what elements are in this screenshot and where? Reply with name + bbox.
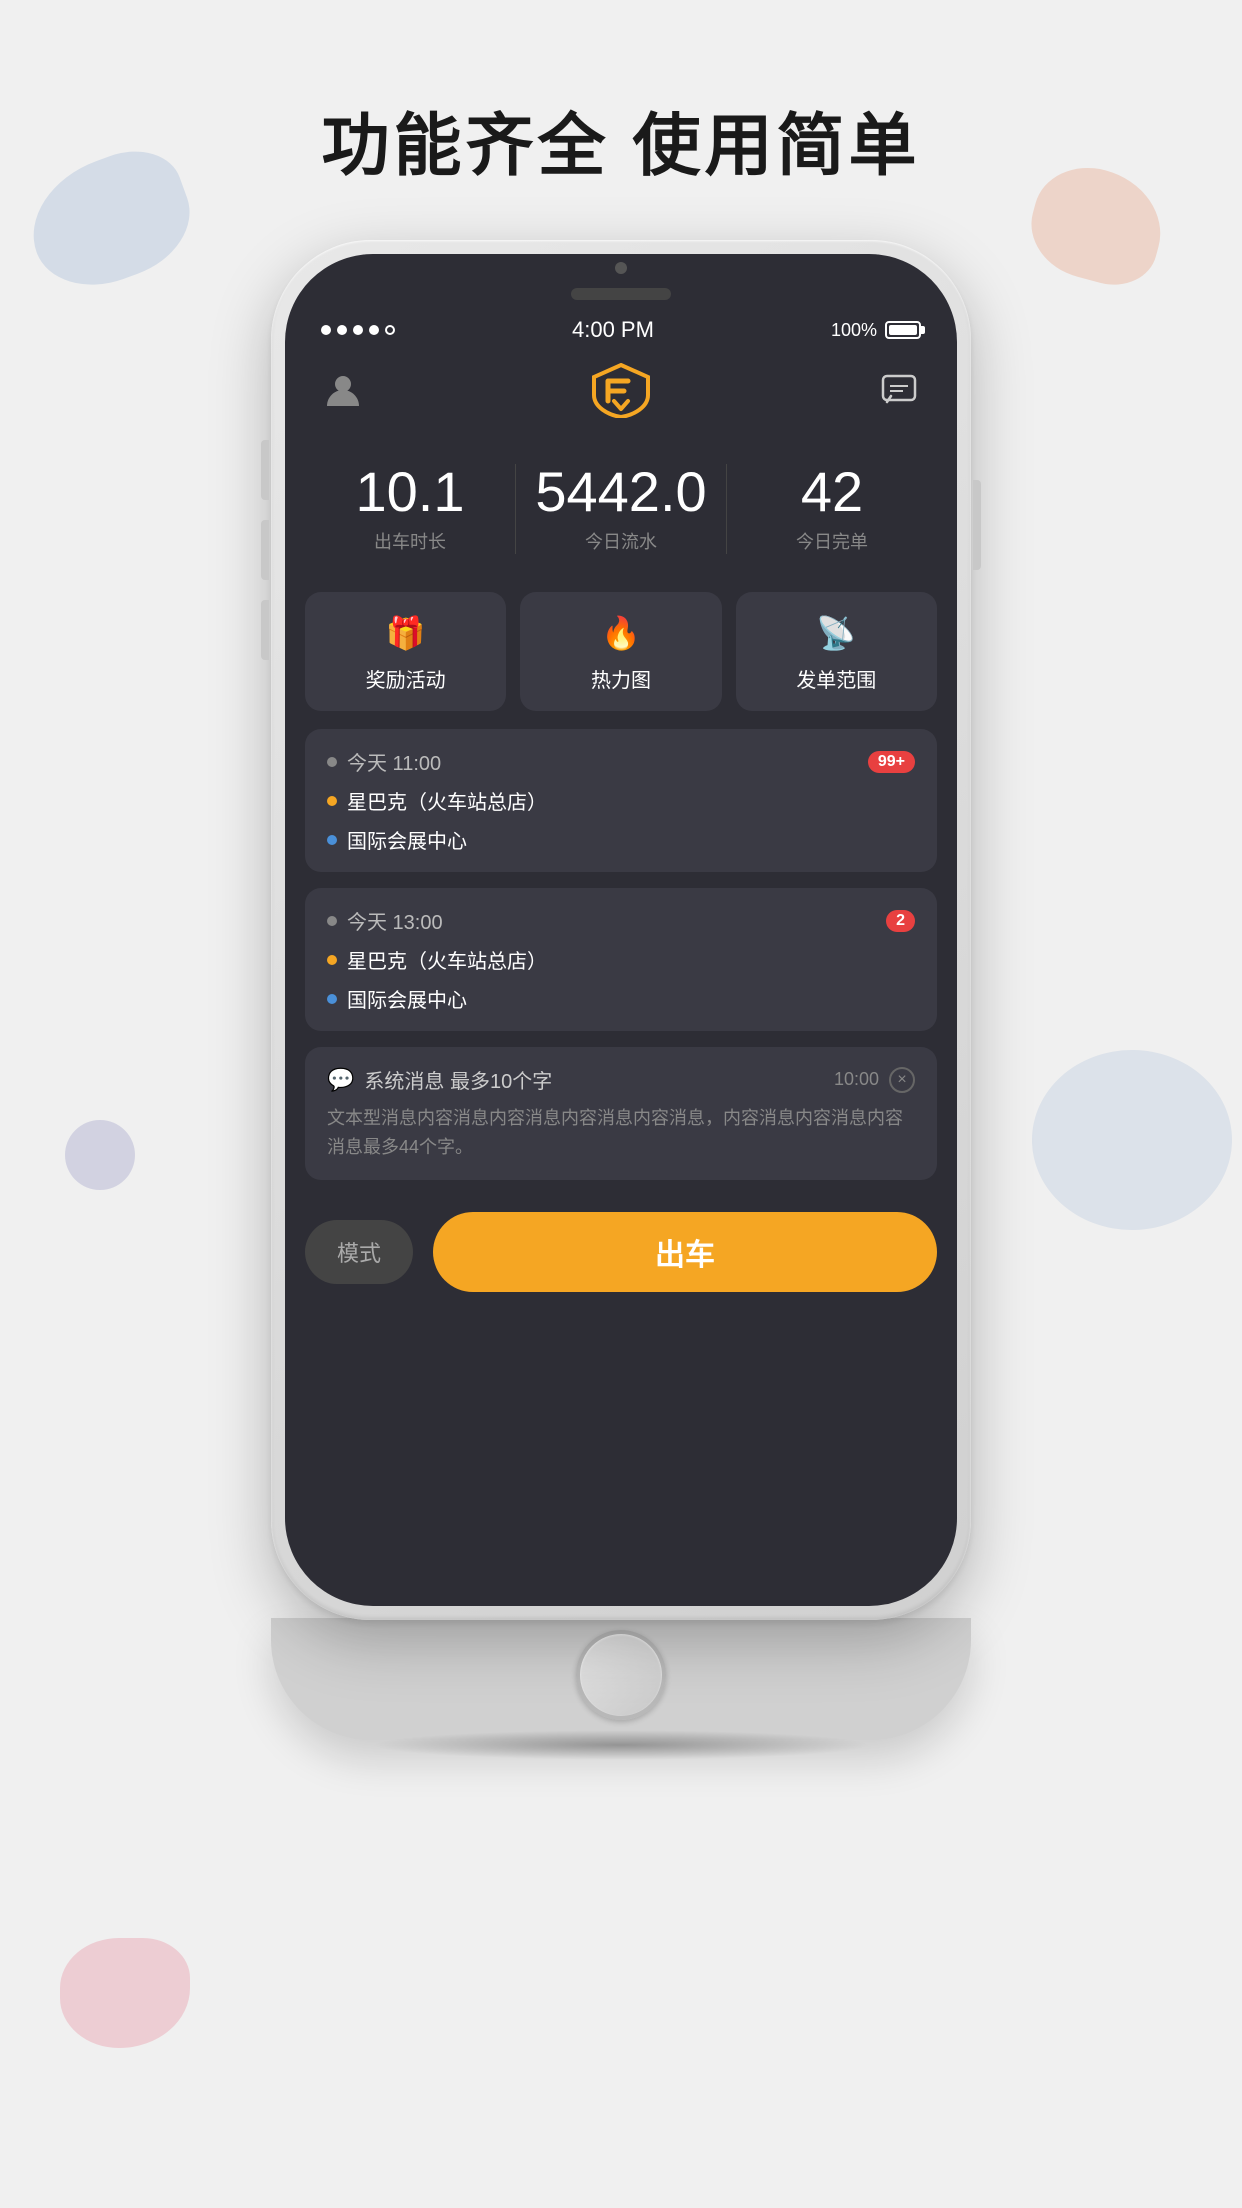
bottom-bar: 模式 出车 <box>285 1198 957 1316</box>
battery-percent: 100% <box>831 320 877 341</box>
action-incentive-label: 奖励活动 <box>366 664 446 693</box>
order-2-from: 星巴克（火车站总店） <box>327 945 915 974</box>
action-dispatch-range[interactable]: 📡 发单范围 <box>736 592 937 711</box>
phone-outer: 4:00 PM 100% <box>271 240 971 1620</box>
order-2-badge: 2 <box>886 910 915 932</box>
order-1-time-left: 今天 11:00 <box>327 747 441 776</box>
stat-daily-revenue: 5442.0 今日流水 <box>516 464 727 554</box>
phone-shadow <box>371 1730 871 1760</box>
stat-orders-label: 今日完单 <box>727 528 937 554</box>
order-1-badge: 99+ <box>868 751 915 773</box>
to-dot-icon-2 <box>327 994 337 1004</box>
to-dot-icon <box>327 835 337 845</box>
camera-dot <box>615 262 627 274</box>
status-time: 4:00 PM <box>572 317 654 343</box>
action-heatmap-label: 热力图 <box>591 664 651 693</box>
bg-blob-bl <box>60 1938 190 2048</box>
close-icon[interactable]: × <box>889 1067 915 1093</box>
sys-msg-meta: 10:00 × <box>834 1067 915 1093</box>
from-dot-icon-2 <box>327 955 337 965</box>
order-2-time: 今天 13:00 <box>347 906 443 935</box>
signal-dot-1 <box>321 325 331 335</box>
stat-revenue-value: 5442.0 <box>516 464 726 520</box>
app-logo <box>581 360 661 420</box>
go-button[interactable]: 出车 <box>433 1212 937 1292</box>
order-1-time-row: 今天 11:00 99+ <box>327 747 915 776</box>
signal-dot-5 <box>385 325 395 335</box>
order-2-time-left: 今天 13:00 <box>327 906 443 935</box>
action-heatmap[interactable]: 🔥 热力图 <box>520 592 721 711</box>
order-1-from: 星巴克（火车站总店） <box>327 786 915 815</box>
bg-blob-mr <box>1032 1050 1232 1230</box>
order-2-time-dot <box>327 916 337 926</box>
stat-orders-value: 42 <box>727 464 937 520</box>
order-2-from-text: 星巴克（火车站总店） <box>347 945 547 974</box>
stat-drive-label: 出车时长 <box>305 528 515 554</box>
gift-icon: 🎁 <box>386 614 426 652</box>
sys-msg-left: 💬 系统消息 最多10个字 <box>327 1065 552 1094</box>
messages-icon[interactable] <box>877 368 921 412</box>
battery-fill <box>889 325 917 335</box>
speaker-area <box>285 288 957 300</box>
home-button[interactable] <box>576 1630 666 1720</box>
action-incentive[interactable]: 🎁 奖励活动 <box>305 592 506 711</box>
action-range-label: 发单范围 <box>796 664 876 693</box>
mode-button[interactable]: 模式 <box>305 1220 413 1284</box>
order-2-time-row: 今天 13:00 2 <box>327 906 915 935</box>
speaker <box>571 288 671 300</box>
sys-msg-title: 系统消息 最多10个字 <box>364 1065 552 1094</box>
phone-screen: 4:00 PM 100% <box>285 254 957 1606</box>
signal-dot-3 <box>353 325 363 335</box>
app-header <box>285 346 957 434</box>
message-icon: 💬 <box>327 1067 354 1093</box>
camera-area <box>285 254 957 282</box>
stat-drive-duration: 10.1 出车时长 <box>305 464 516 554</box>
stats-section: 10.1 出车时长 5442.0 今日流水 42 今日完单 <box>285 434 957 574</box>
stat-daily-orders: 42 今日完单 <box>727 464 937 554</box>
order-1-to-text: 国际会展中心 <box>347 825 467 854</box>
order-1-time-dot <box>327 757 337 767</box>
radar-icon: 📡 <box>816 614 856 652</box>
signal-dot-4 <box>369 325 379 335</box>
sys-msg-content: 文本型消息内容消息内容消息内容消息内容消息，内容消息内容消息内容消息最多44个字… <box>327 1104 915 1162</box>
system-message-card: 💬 系统消息 最多10个字 10:00 × 文本型消息内容消息内容消息内容消息内… <box>305 1047 937 1180</box>
signal-dots <box>321 325 395 335</box>
quick-actions: 🎁 奖励活动 🔥 热力图 📡 发单范围 <box>285 574 957 729</box>
status-right: 100% <box>831 320 921 341</box>
phone-mockup: 4:00 PM 100% <box>271 240 971 1760</box>
signal-dot-2 <box>337 325 347 335</box>
sys-msg-header: 💬 系统消息 最多10个字 10:00 × <box>327 1065 915 1094</box>
from-dot-icon <box>327 796 337 806</box>
order-1-from-text: 星巴克（火车站总店） <box>347 786 547 815</box>
battery-icon <box>885 321 921 339</box>
order-card-1[interactable]: 今天 11:00 99+ 星巴克（火车站总店） 国际会展中心 <box>305 729 937 872</box>
user-icon[interactable] <box>321 368 365 412</box>
order-1-to: 国际会展中心 <box>327 825 915 854</box>
order-1-time: 今天 11:00 <box>347 747 441 776</box>
order-2-to-text: 国际会展中心 <box>347 984 467 1013</box>
order-2-to: 国际会展中心 <box>327 984 915 1013</box>
fire-icon: 🔥 <box>601 614 641 652</box>
page-title: 功能齐全 使用简单 <box>0 90 1242 189</box>
stat-revenue-label: 今日流水 <box>516 528 726 554</box>
status-bar: 4:00 PM 100% <box>285 300 957 346</box>
sys-msg-time: 10:00 <box>834 1069 879 1090</box>
order-card-2[interactable]: 今天 13:00 2 星巴克（火车站总店） 国际会展中心 <box>305 888 937 1031</box>
bg-blob-ml <box>65 1120 135 1190</box>
stat-drive-value: 10.1 <box>305 464 515 520</box>
